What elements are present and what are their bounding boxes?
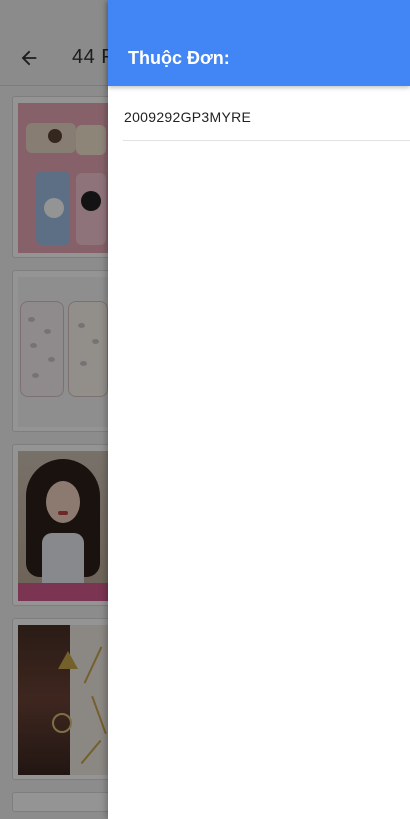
drawer-header: Thuộc Đơn: [108,0,410,86]
drawer-title: Thuộc Đơn: [128,48,230,68]
drawer-item-label: 2009292GP3MYRE [124,109,252,125]
drawer-item-order[interactable]: 2009292GP3MYRE [123,96,410,141]
side-drawer: Thuộc Đơn: 2009292GP3MYRE [108,0,410,819]
